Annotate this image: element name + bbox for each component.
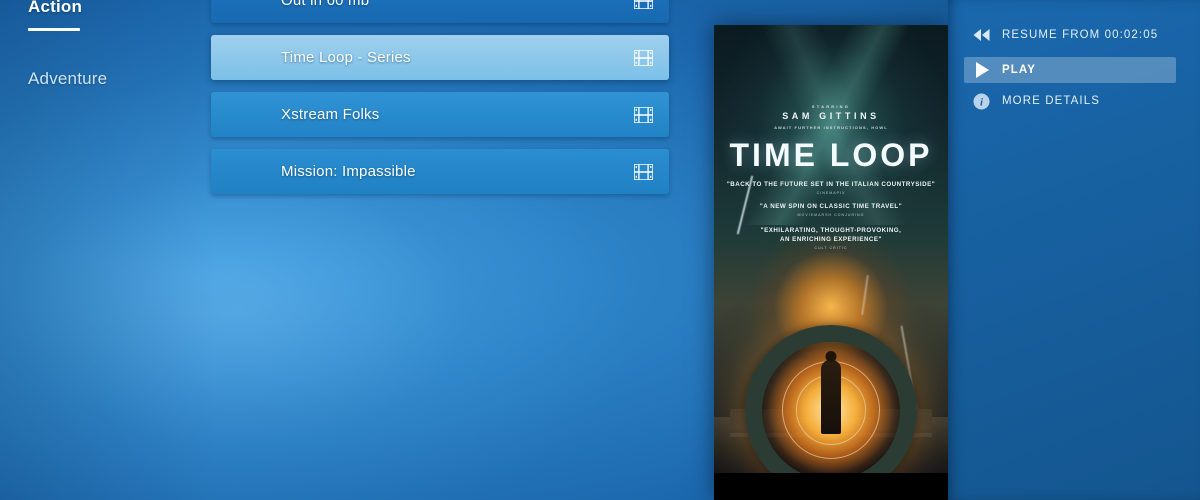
poster-quote-source: MOVIEMARSH CONJURING (797, 213, 865, 217)
details-panel: RESUME FROM 00:02:05 PLAY i MORE DETAILS (948, 0, 1200, 500)
poster-quote: "EXHILARATING, THOUGHT-PROVOKING, (760, 227, 902, 234)
resume-label: RESUME FROM 00:02:05 (1002, 29, 1159, 41)
sidebar-item-adventure[interactable]: Adventure (28, 70, 107, 87)
poster-artwork: STARRING SAM GITTINS AWAIT FURTHER INSTR… (714, 25, 948, 500)
poster-starring-label: STARRING (811, 104, 851, 109)
film-strip-icon (634, 0, 653, 9)
poster-quote: "A NEW SPIN ON CLASSIC TIME TRAVEL" (759, 203, 903, 210)
film-strip-icon (634, 106, 653, 123)
poster-actor-name: SAM GITTINS (782, 111, 880, 121)
play-label: PLAY (1002, 64, 1037, 76)
title-list: Out in 60 mb Time Loop - Series Xstream … (211, 0, 669, 206)
poster-letterbox (714, 473, 948, 500)
poster-title: TIME LOOP (729, 137, 933, 173)
list-item-title: Xstream Folks (281, 106, 380, 123)
play-button[interactable]: PLAY (964, 57, 1176, 83)
poster-silhouette-figure (821, 360, 841, 434)
genre-sidebar: Action Adventure (0, 0, 200, 500)
active-underline (28, 28, 80, 31)
resume-button[interactable]: RESUME FROM 00:02:05 (964, 22, 1176, 48)
list-item[interactable]: Out in 60 mb (211, 0, 669, 23)
sidebar-item-label: Action (28, 0, 83, 16)
app-root: Action Adventure Out in 60 mb Time Loop … (0, 0, 1200, 500)
sidebar-item-action[interactable]: Action (28, 0, 82, 31)
list-item[interactable]: Xstream Folks (211, 92, 669, 137)
film-strip-icon (634, 49, 653, 66)
list-item-title: Mission: Impassible (281, 163, 416, 180)
poster-quote-source: CINEMAPIX (816, 191, 846, 195)
more-details-button[interactable]: i MORE DETAILS (964, 88, 1176, 114)
film-strip-icon (634, 163, 653, 180)
list-item[interactable]: Mission: Impassible (211, 149, 669, 194)
poster-quote-source: CULT CRITIC (814, 246, 848, 250)
poster-quote: "BACK TO THE FUTURE SET IN THE ITALIAN C… (726, 181, 936, 188)
info-icon: i (972, 93, 991, 110)
more-details-label: MORE DETAILS (1002, 95, 1100, 107)
sidebar-item-label: Adventure (28, 69, 108, 88)
list-item-title: Out in 60 mb (281, 0, 370, 9)
list-item-title: Time Loop - Series (281, 49, 411, 66)
rewind-icon (972, 29, 991, 41)
play-icon (972, 62, 991, 78)
poster-quote: AN ENRICHING EXPERIENCE" (780, 236, 882, 243)
list-item-selected[interactable]: Time Loop - Series (211, 35, 669, 80)
poster-credits-line: AWAIT FURTHER INSTRUCTIONS, HOWL (774, 125, 888, 130)
